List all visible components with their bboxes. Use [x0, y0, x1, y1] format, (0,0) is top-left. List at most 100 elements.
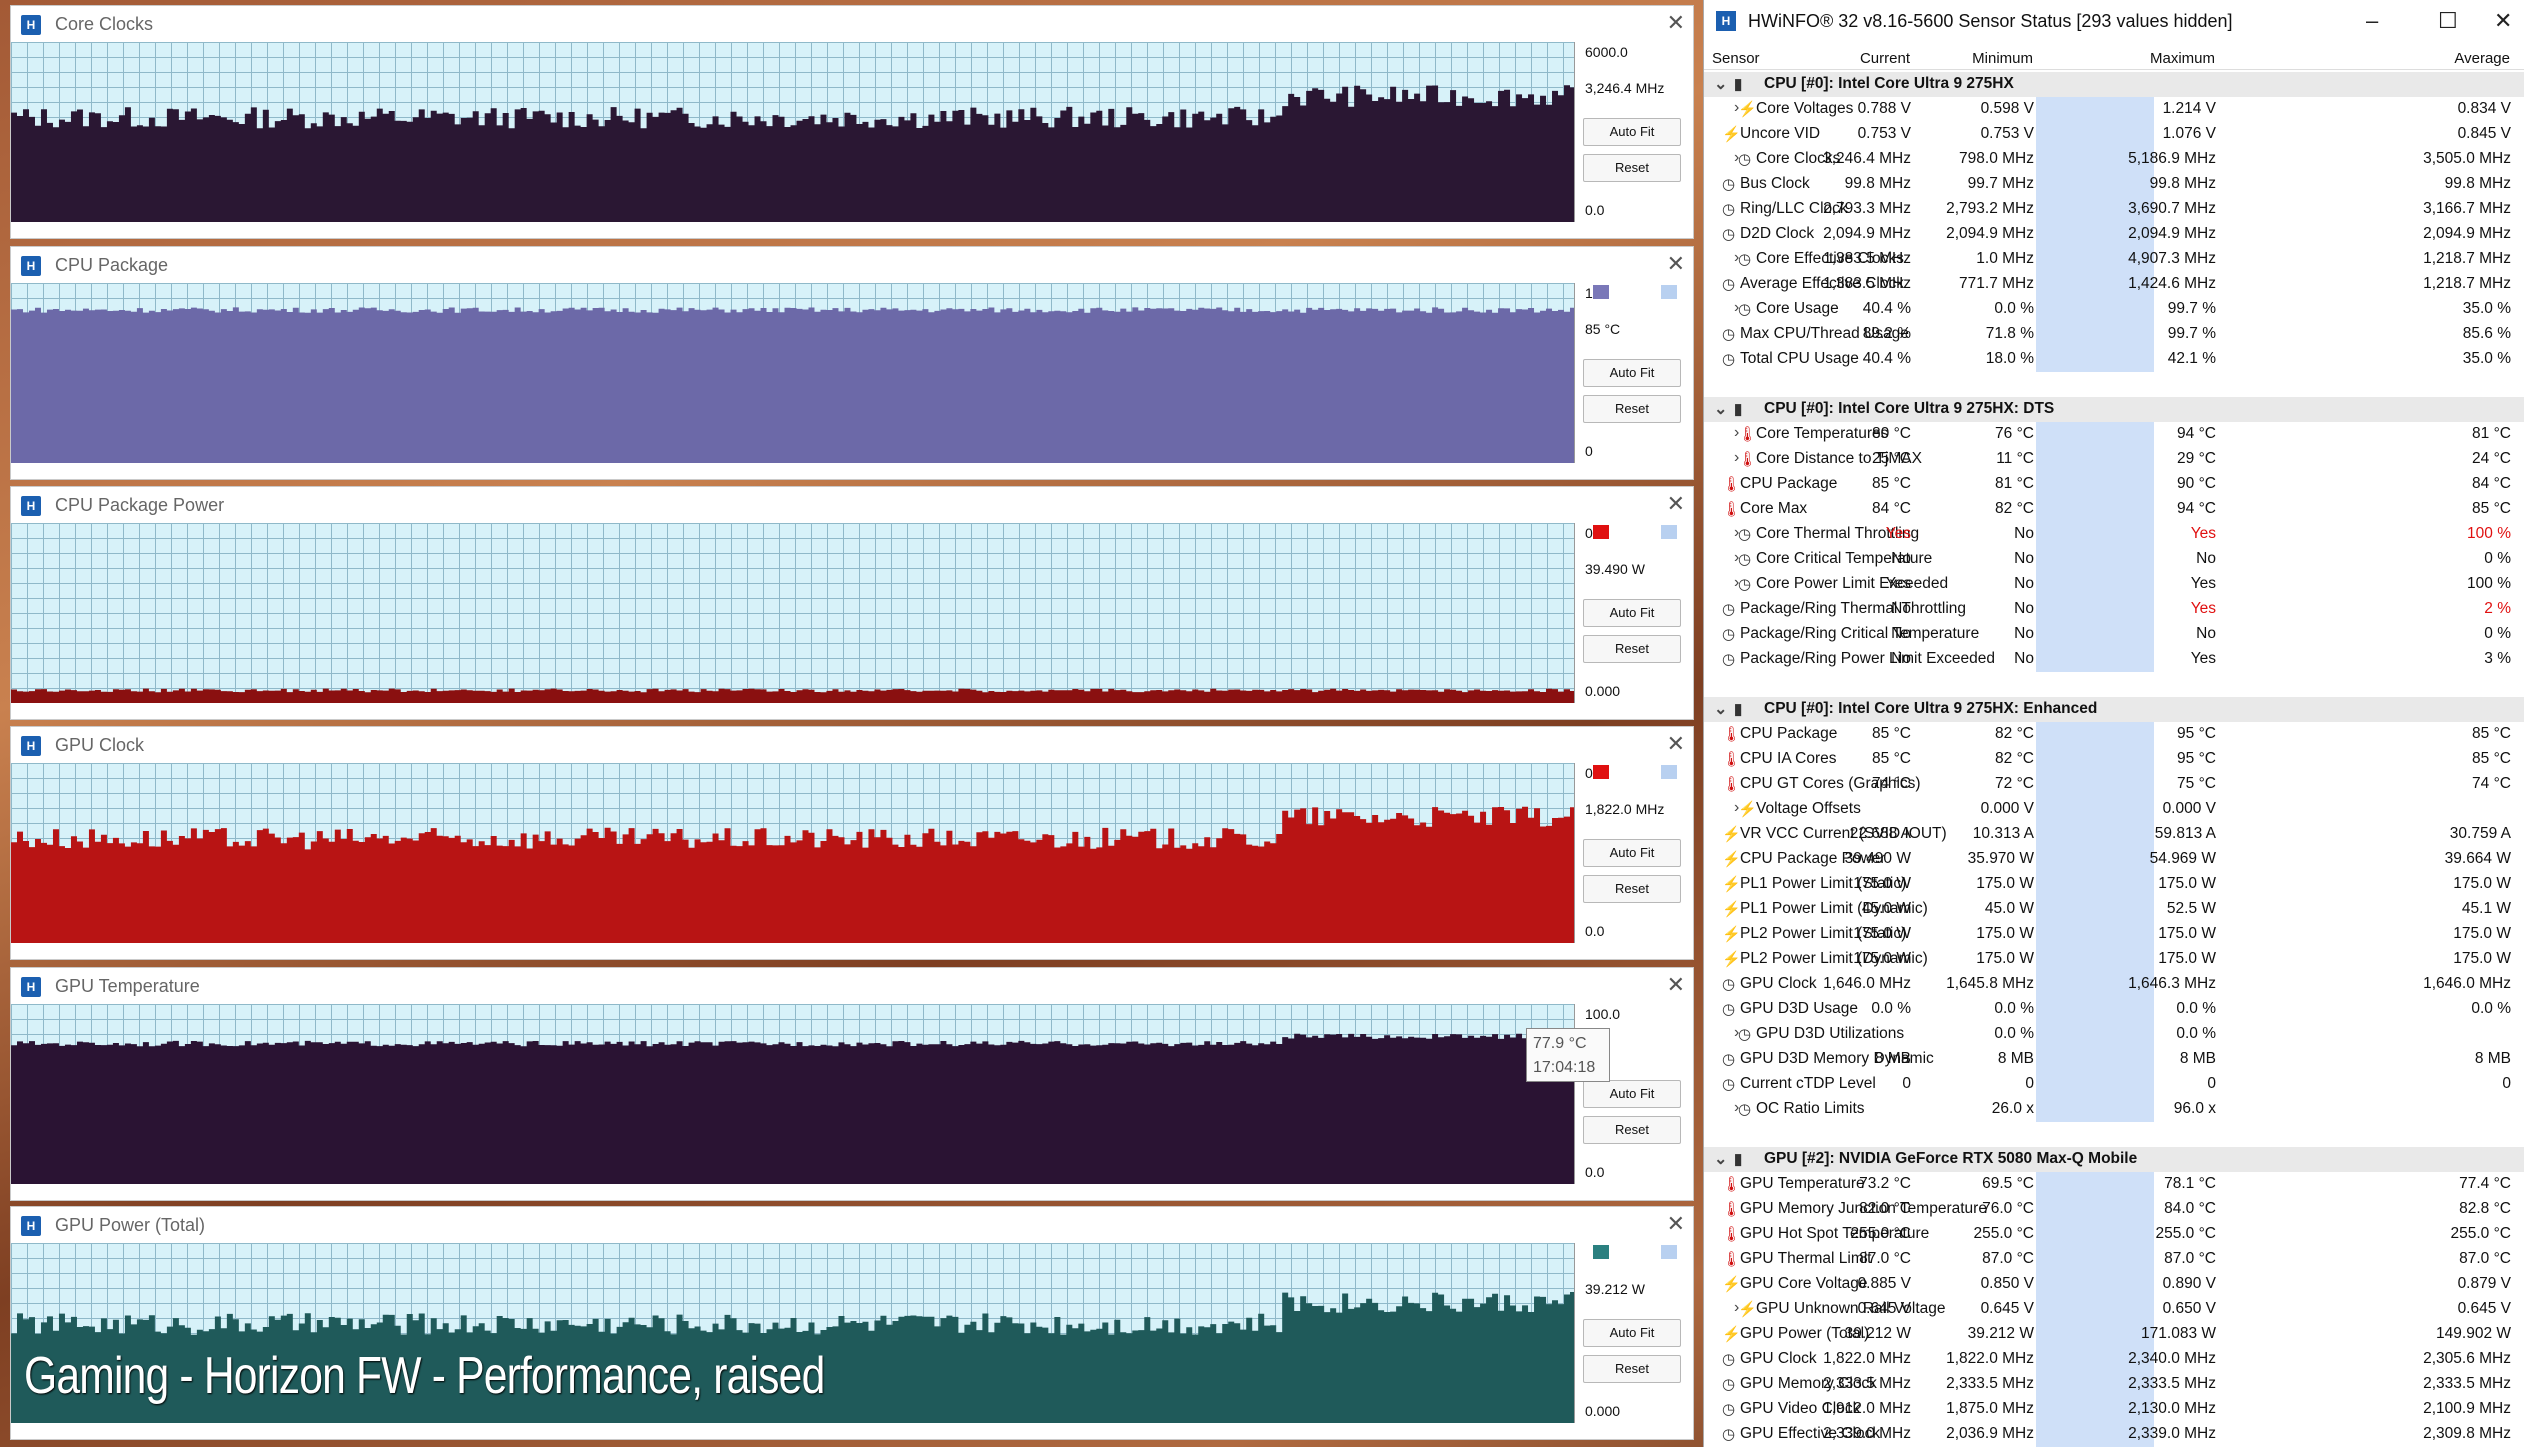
sensor-row[interactable]: ⚡ PL2 Power Limit (Dynamic) 175.0 W 175.0 W… [1704, 947, 2524, 972]
sensor-row[interactable]: › ◷ Core Thermal Throttling Yes No Yes 100 % [1704, 522, 2524, 547]
close-icon[interactable]: ✕ [1667, 10, 1685, 36]
sensor-row[interactable]: 🌡 GPU Hot Spot Temperature 255.0 °C 255.0 °… [1704, 1222, 2524, 1247]
maximize-icon[interactable]: ☐ [2438, 8, 2458, 34]
sensor-row[interactable]: ⚡ CPU Package Power 39.490 W 35.970 W 54.969… [1704, 847, 2524, 872]
col-sensor[interactable]: Sensor [1712, 50, 1760, 67]
sensor-row[interactable]: ◷ Ring/LLC Clock 2,793.3 MHz 2,793.2 MHz 3,6… [1704, 197, 2524, 222]
col-maximum[interactable]: Maximum [2150, 50, 2215, 67]
sensor-min-value: 2,333.5 MHz [1946, 1375, 2034, 1392]
auto-fit-button[interactable]: Auto Fit [1583, 839, 1681, 867]
sensor-row[interactable]: › ◷ Core Power Limit Exceeded Yes No Yes 100 % [1704, 572, 2524, 597]
reset-button[interactable]: Reset [1583, 1116, 1681, 1144]
sensor-row[interactable]: ◷ D2D Clock 2,094.9 MHz 2,094.9 MHz 2,094.9 … [1704, 222, 2524, 247]
auto-fit-button[interactable]: Auto Fit [1583, 359, 1681, 387]
sensor-row[interactable]: ◷ GPU Memory Clock 2,333.5 MHz 2,333.5 MHz 2… [1704, 1372, 2524, 1397]
close-icon[interactable]: ✕ [2494, 8, 2512, 34]
auto-fit-button[interactable]: Auto Fit [1583, 118, 1681, 146]
sensor-row[interactable]: 🌡 GPU Thermal Limit 87.0 °C 87.0 °C 87.0 °C 8… [1704, 1247, 2524, 1272]
sensor-cur-value: 84 °C [1872, 500, 1911, 517]
sensor-row[interactable]: 🌡 CPU IA Cores 85 °C 82 °C 95 °C 85 °C [1704, 747, 2524, 772]
legend-swatch[interactable] [1661, 765, 1677, 779]
sensor-group-row[interactable]: ⌄ ▮ CPU [#0]: Intel Core Ultra 9 275HX [1704, 72, 2524, 97]
sensor-row[interactable]: 🌡 GPU Temperature 73.2 °C 69.5 °C 78.1 °C 77.… [1704, 1172, 2524, 1197]
sensor-row[interactable]: ◷ GPU Clock 1,822.0 MHz 1,822.0 MHz 2,340.0 … [1704, 1347, 2524, 1372]
close-icon[interactable]: ✕ [1667, 731, 1685, 757]
auto-fit-button[interactable]: Auto Fit [1583, 599, 1681, 627]
sensor-row[interactable]: ◷ Bus Clock 99.8 MHz 99.7 MHz 99.8 MHz 99.8 M… [1704, 172, 2524, 197]
sensor-row[interactable]: › ◷ OC Ratio Limits 26.0 x 96.0 x [1704, 1097, 2524, 1122]
sensor-row[interactable]: ◷ Average Effective Clock 1,383.5 MHz 771.7… [1704, 272, 2524, 297]
legend-swatch[interactable] [1593, 765, 1609, 779]
sensor-row[interactable]: 🌡 Core Max 84 °C 82 °C 94 °C 85 °C [1704, 497, 2524, 522]
sensor-row[interactable]: › 🌡 Core Distance to TjMAX 25 °C 11 °C 29 °C 2… [1704, 447, 2524, 472]
reset-button[interactable]: Reset [1583, 875, 1681, 903]
sensor-row[interactable]: ◷ GPU D3D Usage 0.0 % 0.0 % 0.0 % 0.0 % [1704, 997, 2524, 1022]
legend-swatch[interactable] [1661, 285, 1677, 299]
chevron-down-icon[interactable]: ⌄ [1714, 399, 1727, 419]
col-average[interactable]: Average [2454, 50, 2510, 67]
sensor-row[interactable]: › ⚡ Voltage Offsets 0.000 V 0.000 V [1704, 797, 2524, 822]
sensor-row[interactable]: ⚡ VR VCC Current (SVID IOUT) 22.688 A 10.31… [1704, 822, 2524, 847]
sensor-row[interactable]: ⚡ GPU Core Voltage 0.885 V 0.850 V 0.890 V 0.… [1704, 1272, 2524, 1297]
minimize-icon[interactable]: – [2366, 8, 2378, 34]
sensor-avg-value: 77.4 °C [2459, 1175, 2511, 1192]
sensor-row[interactable]: ⚡ PL1 Power Limit (Dynamic) 45.0 W 45.0 W 52… [1704, 897, 2524, 922]
reset-button[interactable]: Reset [1583, 1355, 1681, 1383]
sensor-group-row[interactable]: ⌄ ▮ CPU [#0]: Intel Core Ultra 9 275HX: En… [1704, 697, 2524, 722]
sensor-row[interactable]: ◷ Total CPU Usage 40.4 % 18.0 % 42.1 % 35.0 % [1704, 347, 2524, 372]
sensor-row[interactable]: 🌡 CPU Package 85 °C 81 °C 90 °C 84 °C [1704, 472, 2524, 497]
sensor-row[interactable]: ◷ Current cTDP Level 0 0 0 0 [1704, 1072, 2524, 1097]
close-icon[interactable]: ✕ [1667, 972, 1685, 998]
current-highlight [2036, 1222, 2154, 1247]
sensor-row[interactable]: › ⚡ GPU Unknown Rail Voltage 0.645 V 0.645 V… [1704, 1297, 2524, 1322]
sensor-row[interactable]: ⚡ Uncore VID 0.753 V 0.753 V 1.076 V 0.845 V [1704, 122, 2524, 147]
sensor-row[interactable]: ⚡ PL1 Power Limit (Static) 175.0 W 175.0 W1… [1704, 872, 2524, 897]
auto-fit-button[interactable]: Auto Fit [1583, 1080, 1681, 1108]
sensor-row[interactable]: › ⚡ Core Voltages 0.788 V 0.598 V 1.214 V 0.83… [1704, 97, 2524, 122]
sensor-cur-value: 2,333.5 MHz [1823, 1375, 1911, 1392]
sensor-row[interactable]: ⚡ GPU Power (Total) 39.212 W 39.212 W 171.08… [1704, 1322, 2524, 1347]
col-minimum[interactable]: Minimum [1972, 50, 2033, 67]
col-current[interactable]: Current [1860, 50, 1910, 67]
close-icon[interactable]: ✕ [1667, 491, 1685, 517]
close-icon[interactable]: ✕ [1667, 1211, 1685, 1237]
auto-fit-button[interactable]: Auto Fit [1583, 1319, 1681, 1347]
sensor-row[interactable]: › ◷ Core Clocks 3,246.4 MHz 798.0 MHz 5,186.9… [1704, 147, 2524, 172]
legend-swatch[interactable] [1593, 525, 1609, 539]
legend-swatch[interactable] [1593, 285, 1609, 299]
sensor-cur-value: 99.8 MHz [1844, 175, 1911, 192]
close-icon[interactable]: ✕ [1667, 251, 1685, 277]
sensor-row[interactable]: ⚡ PL2 Power Limit (Static) 175.0 W 175.0 W1… [1704, 922, 2524, 947]
sensor-row[interactable]: ◷ GPU Effective Clock 2,339.0 MHz 2,036.9 M… [1704, 1422, 2524, 1447]
sensor-row[interactable]: ◷ GPU Video Clock 1,912.0 MHz 1,875.0 MHz 2,… [1704, 1397, 2524, 1422]
sensor-row[interactable]: 🌡 CPU Package 85 °C 82 °C 95 °C 85 °C [1704, 722, 2524, 747]
sensor-min-value: 0.0 % [1994, 1000, 2034, 1017]
chevron-down-icon[interactable]: ⌄ [1714, 1149, 1727, 1169]
graph-plot-area [11, 1004, 1575, 1184]
sensor-max-value: 175.0 W [2158, 950, 2216, 967]
sensor-row[interactable]: ◷ Package/Ring Critical Temperature No No No… [1704, 622, 2524, 647]
legend-swatch[interactable] [1661, 525, 1677, 539]
sensor-row[interactable]: ◷ Package/Ring Power Limit Exceeded No No Ye… [1704, 647, 2524, 672]
sensor-row[interactable]: › ◷ GPU D3D Utilizations 0.0 % 0.0 % [1704, 1022, 2524, 1047]
reset-button[interactable]: Reset [1583, 635, 1681, 663]
sensor-row[interactable]: › ◷ Core Critical Temperature No No No 0 % [1704, 547, 2524, 572]
sensor-row[interactable]: ◷ Package/Ring Thermal Throttling No No Yes 2… [1704, 597, 2524, 622]
sensor-row[interactable]: ◷ GPU D3D Memory Dynamic 8 MB 8 MB 8 MB 8 MB [1704, 1047, 2524, 1072]
legend-swatch[interactable] [1661, 1245, 1677, 1259]
reset-button[interactable]: Reset [1583, 395, 1681, 423]
sensor-row[interactable]: 🌡 CPU GT Cores (Graphics) 74 °C 72 °C 75 °C 7… [1704, 772, 2524, 797]
sensor-row[interactable]: 🌡 GPU Memory Junction Temperature 82.0 °C 7… [1704, 1197, 2524, 1222]
sensor-row[interactable]: ◷ Max CPU/Thread Usage 89.2 % 71.8 % 99.7 % 8… [1704, 322, 2524, 347]
chevron-down-icon[interactable]: ⌄ [1714, 74, 1727, 94]
sensor-row[interactable]: › ◷ Core Usage 40.4 % 0.0 % 99.7 % 35.0 % [1704, 297, 2524, 322]
sensor-group-row[interactable]: ⌄ ▮ CPU [#0]: Intel Core Ultra 9 275HX: DT… [1704, 397, 2524, 422]
legend-swatch[interactable] [1593, 1245, 1609, 1259]
sensor-row[interactable]: › 🌡 Core Temperatures 80 °C 76 °C 94 °C 81 °C [1704, 422, 2524, 447]
sensor-min-value: 8 MB [1997, 1050, 2034, 1067]
sensor-row[interactable]: › ◷ Core Effective Clocks 1,383.5 MHz 1.0 MH… [1704, 247, 2524, 272]
sensor-row[interactable]: ◷ GPU Clock 1,646.0 MHz 1,645.8 MHz 1,646.3 … [1704, 972, 2524, 997]
sensor-group-row[interactable]: ⌄ ▮ GPU [#2]: NVIDIA GeForce RTX 5080 Max-… [1704, 1147, 2524, 1172]
chevron-down-icon[interactable]: ⌄ [1714, 699, 1727, 719]
reset-button[interactable]: Reset [1583, 154, 1681, 182]
